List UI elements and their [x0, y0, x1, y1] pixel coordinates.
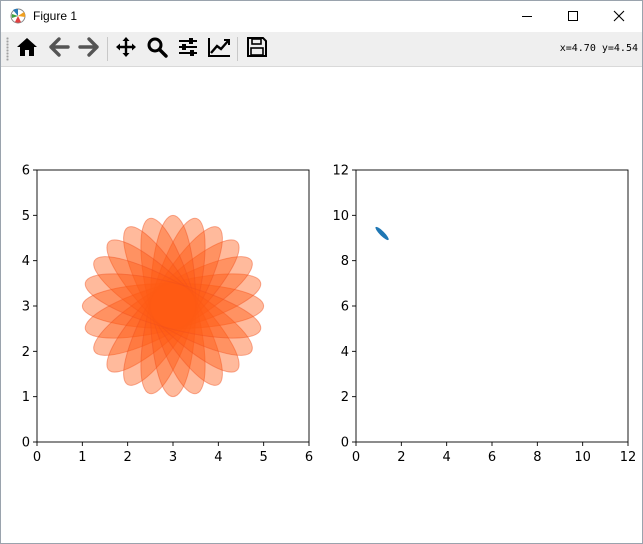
right-axes-frame: [355, 169, 629, 443]
right-xtick-label: 8: [533, 450, 541, 465]
home-button[interactable]: [14, 36, 40, 62]
left-xtick-label: 5: [260, 450, 268, 465]
right-axes: 0 2 4 6 8 10 12 0 2 4 6 8 10 12: [332, 164, 636, 466]
right-ytick-label: 0: [341, 436, 349, 451]
right-xtick-label: 0: [352, 450, 360, 465]
arrow-right-icon: [78, 36, 100, 62]
left-ytick-label: 6: [22, 164, 30, 179]
left-ytick-label: 0: [22, 436, 30, 451]
floppy-disk-icon: [246, 36, 268, 62]
minimize-button[interactable]: [504, 1, 550, 32]
left-xtick-label: 2: [124, 450, 132, 465]
toolbar-separator: [237, 37, 238, 61]
right-ytick-label: 4: [341, 345, 349, 360]
right-xtick-label: 4: [443, 450, 451, 465]
right-ytick-label: 8: [341, 254, 349, 269]
arrow-left-icon: [48, 36, 70, 62]
maximize-button[interactable]: [550, 1, 596, 32]
left-xtick-label: 3: [169, 450, 177, 465]
forward-button[interactable]: [76, 36, 102, 62]
magnifier-icon: [146, 36, 168, 62]
title-bar[interactable]: Figure 1: [1, 1, 642, 32]
right-xtick-label: 10: [574, 450, 591, 465]
right-xtick-label: 2: [397, 450, 405, 465]
sliders-icon: [177, 36, 199, 62]
left-axes: 0 1 2 3 4 5 6 0 1 2 3 4 5 6: [22, 164, 313, 466]
maximize-icon: [567, 7, 579, 26]
left-ellipse-group: [81, 214, 265, 398]
home-icon: [16, 36, 38, 62]
left-ytick-label: 1: [22, 390, 30, 405]
left-ytick-label: 2: [22, 345, 30, 360]
left-ytick-label: 5: [22, 209, 30, 224]
close-icon: [613, 7, 625, 26]
right-ytick-label: 6: [341, 300, 349, 315]
left-xtick-label: 0: [33, 450, 41, 465]
left-xtick-label: 6: [305, 450, 313, 465]
right-ytick-label: 10: [332, 209, 349, 224]
figure-plot-area[interactable]: 0 1 2 3 4 5 601234560 2 4 6 8 10 12024681012: [1, 67, 642, 543]
figure-canvas[interactable]: 0 1 2 3 4 5 6 0 1 2 3 4 5 6 0 2 4 6 8 10 12 0 2 4 6 8 10 12: [1, 67, 642, 543]
matplotlib-icon: [9, 7, 27, 25]
zoom-button[interactable]: [144, 36, 170, 62]
left-ytick-label: 3: [22, 300, 30, 315]
left-xtick-label: 4: [214, 450, 222, 465]
cursor-coordinates: x=4.70 y=4.54: [559, 43, 638, 54]
navigation-toolbar: x=4.70 y=4.54: [1, 32, 642, 67]
edit-axes-button[interactable]: [206, 36, 232, 62]
left-xtick-label: 1: [78, 450, 86, 465]
line-chart-icon: [207, 36, 231, 62]
toolbar-separator: [107, 37, 108, 61]
right-ellipse-group: [375, 226, 389, 241]
close-button[interactable]: [596, 1, 642, 32]
save-button[interactable]: [244, 36, 270, 62]
toolbar-grip[interactable]: [6, 37, 9, 61]
window-title: Figure 1: [33, 9, 78, 23]
right-xtick-label: 6: [488, 450, 496, 465]
figure-window: Figure 1 x=4.70 y=4.54 0 1 2 3 4 5 6 0 1…: [0, 0, 643, 544]
move-icon: [115, 36, 137, 62]
right-xtick-label: 12: [620, 450, 637, 465]
left-ytick-label: 4: [22, 254, 30, 269]
right-ellipse-0: [375, 226, 389, 241]
minimize-icon: [521, 7, 533, 26]
pan-button[interactable]: [113, 36, 139, 62]
configure-subplots-button[interactable]: [175, 36, 201, 62]
back-button[interactable]: [46, 36, 72, 62]
right-ytick-label: 2: [341, 390, 349, 405]
right-ytick-label: 12: [332, 164, 349, 179]
